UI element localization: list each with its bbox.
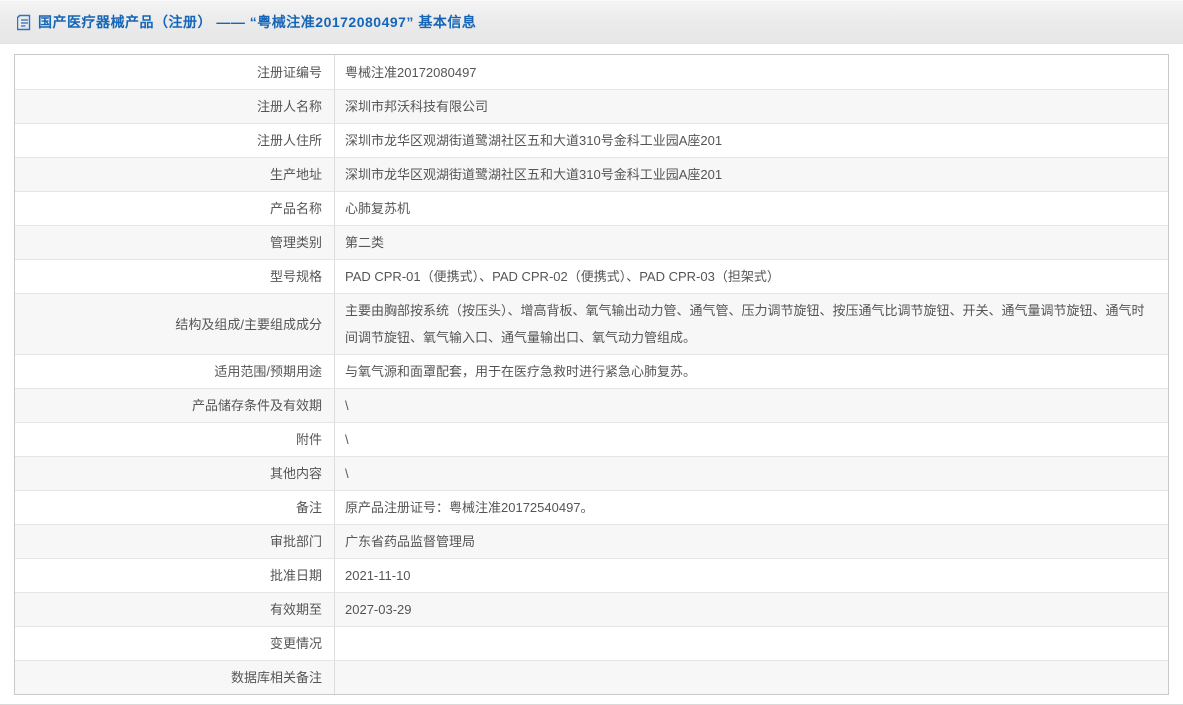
- table-row: 管理类别 第二类: [15, 225, 1168, 259]
- table-row: 产品名称 心肺复苏机: [15, 191, 1168, 225]
- row-value: \: [345, 398, 349, 413]
- row-value: PAD CPR-01（便携式）、PAD CPR-02（便携式）、PAD CPR-…: [345, 269, 780, 284]
- table-row: 备注 原产品注册证号：粤械注准20172540497。: [15, 490, 1168, 524]
- row-value: 2021-11-10: [345, 568, 411, 583]
- row-label: 适用范围/预期用途: [15, 355, 335, 388]
- row-value: 与氧气源和面罩配套，用于在医疗急救时进行紧急心肺复苏。: [345, 364, 697, 379]
- row-label: 型号规格: [15, 260, 335, 293]
- row-label: 数据库相关备注: [15, 661, 335, 694]
- row-value: 深圳市龙华区观湖街道鹭湖社区五和大道310号金科工业园A座201: [345, 133, 723, 148]
- table-row: 注册证编号 粤械注准20172080497: [15, 55, 1168, 89]
- row-label: 其他内容: [15, 457, 335, 490]
- table-row: 生产地址 深圳市龙华区观湖街道鹭湖社区五和大道310号金科工业园A座201: [15, 157, 1168, 191]
- row-label: 注册证编号: [15, 55, 335, 89]
- row-label: 结构及组成/主要组成成分: [15, 294, 335, 354]
- row-label: 管理类别: [15, 226, 335, 259]
- page-header: 国产医疗器械产品（注册） —— “粤械注准20172080497” 基本信息: [0, 0, 1183, 44]
- row-value: 第二类: [345, 235, 385, 250]
- table-row: 型号规格 PAD CPR-01（便携式）、PAD CPR-02（便携式）、PAD…: [15, 259, 1168, 293]
- row-value: 心肺复苏机: [345, 201, 411, 216]
- row-value: 2027-03-29: [345, 602, 412, 617]
- row-label: 备注: [15, 491, 335, 524]
- table-row: 变更情况: [15, 626, 1168, 660]
- row-value: 粤械注准20172080497: [345, 64, 477, 80]
- document-icon: [16, 14, 32, 31]
- row-label: 产品储存条件及有效期: [15, 389, 335, 422]
- row-value: [335, 627, 1168, 660]
- row-label: 变更情况: [15, 627, 335, 660]
- row-label: 注册人住所: [15, 124, 335, 157]
- table-row: 批准日期 2021-11-10: [15, 558, 1168, 592]
- table-row: 注册人名称 深圳市邦沃科技有限公司: [15, 89, 1168, 123]
- row-label: 生产地址: [15, 158, 335, 191]
- table-row: 附件 \: [15, 422, 1168, 456]
- row-value: 深圳市邦沃科技有限公司: [345, 99, 489, 114]
- page-title: 国产医疗器械产品（注册） —— “粤械注准20172080497” 基本信息: [38, 14, 477, 30]
- row-label: 有效期至: [15, 593, 335, 626]
- row-label: 附件: [15, 423, 335, 456]
- row-label: 审批部门: [15, 525, 335, 558]
- table-row: 结构及组成/主要组成成分 主要由胸部按系统（按压头）、增高背板、氧气输出动力管、…: [15, 293, 1168, 354]
- row-value: 原产品注册证号：粤械注准20172540497。: [345, 500, 594, 515]
- row-value: 广东省药品监督管理局: [345, 534, 476, 549]
- table-row: 有效期至 2027-03-29: [15, 592, 1168, 626]
- table-row: 注册人住所 深圳市龙华区观湖街道鹭湖社区五和大道310号金科工业园A座201: [15, 123, 1168, 157]
- row-value: 主要由胸部按系统（按压头）、增高背板、氧气输出动力管、通气管、压力调节旋钮、按压…: [345, 303, 1145, 345]
- row-label: 产品名称: [15, 192, 335, 225]
- row-value: [335, 661, 1168, 694]
- table-row: 数据库相关备注: [15, 660, 1168, 694]
- row-value: 深圳市龙华区观湖街道鹭湖社区五和大道310号金科工业园A座201: [345, 167, 723, 182]
- row-value: \: [345, 432, 349, 447]
- row-label: 注册人名称: [15, 90, 335, 123]
- table-row: 审批部门 广东省药品监督管理局: [15, 524, 1168, 558]
- registration-info-table: 注册证编号 粤械注准20172080497 注册人名称 深圳市邦沃科技有限公司 …: [14, 54, 1169, 695]
- table-row: 适用范围/预期用途 与氧气源和面罩配套，用于在医疗急救时进行紧急心肺复苏。: [15, 354, 1168, 388]
- table-row: 产品储存条件及有效期 \: [15, 388, 1168, 422]
- row-label: 批准日期: [15, 559, 335, 592]
- table-row: 其他内容 \: [15, 456, 1168, 490]
- row-value: \: [345, 466, 349, 481]
